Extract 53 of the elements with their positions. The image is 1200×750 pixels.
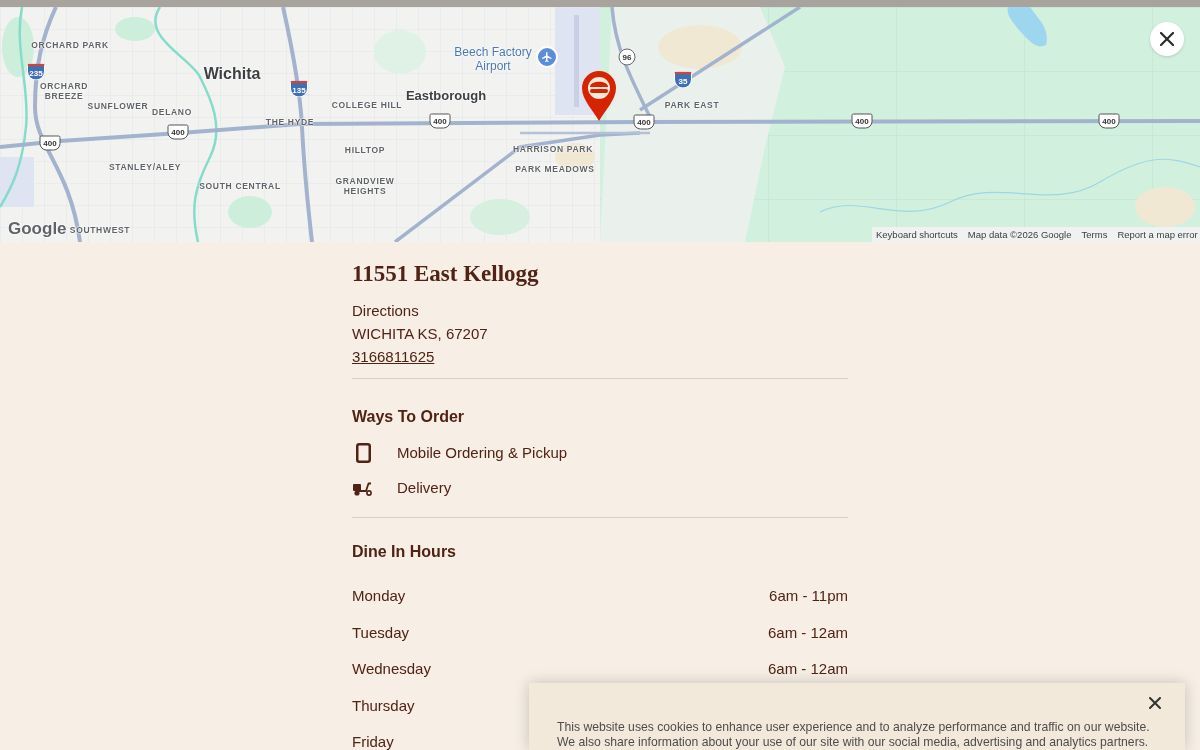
map-data-text: Map data ©2026 Google bbox=[967, 229, 1072, 240]
highway-shield: 400 bbox=[851, 113, 873, 129]
map-label: SUNFLOWER bbox=[87, 101, 149, 111]
highway-shield: 400 bbox=[633, 114, 655, 130]
map-label: Beech Factory Airport bbox=[453, 45, 533, 73]
map-label: COLLEGE HILL bbox=[331, 100, 403, 110]
day-label: Friday bbox=[352, 734, 394, 750]
map-label: Wichita bbox=[203, 64, 261, 84]
map-label: PARK MEADOWS bbox=[515, 164, 595, 174]
directions-link[interactable]: Directions bbox=[352, 299, 419, 322]
highway-shield: 400 bbox=[1098, 113, 1120, 129]
day-label: Thursday bbox=[352, 697, 415, 714]
cookie-message: This website uses cookies to enhance user experience and to analyze performance and traffic on our website. We also share information about your use of our site with our social media, advertising and analytics partners. bbox=[557, 720, 1151, 750]
map-label: DELANO bbox=[152, 107, 192, 117]
order-option: Delivery bbox=[397, 476, 452, 500]
map-label: ORCHARD PARK bbox=[31, 40, 109, 50]
map-label: SOUTH CENTRAL bbox=[199, 181, 281, 191]
google-logo: Google bbox=[8, 219, 67, 239]
highway-shield: 135 bbox=[290, 80, 308, 98]
order-option: Mobile Ordering & Pickup bbox=[397, 441, 568, 465]
close-icon bbox=[1160, 32, 1174, 46]
hours-text: 6am - 12am bbox=[767, 624, 848, 641]
scooter-icon bbox=[353, 480, 373, 496]
section-heading: Dine In Hours bbox=[352, 542, 457, 562]
hours-text: 6am - 11pm bbox=[769, 588, 848, 604]
close-icon bbox=[1149, 697, 1161, 709]
store-title: 11551 East Kellogg bbox=[352, 260, 540, 288]
map-label: STANLEY/ALEY bbox=[108, 162, 182, 172]
highway-shield: 235 bbox=[27, 63, 45, 81]
phone-link[interactable]: 3166811625 bbox=[352, 345, 435, 368]
highway-shield: 400 bbox=[167, 124, 189, 140]
highway-shield: 35 bbox=[674, 71, 692, 89]
map-link[interactable]: Terms bbox=[1081, 229, 1108, 240]
smartphone-icon bbox=[356, 443, 371, 463]
map-label: GRANDVIEW HEIGHTS bbox=[334, 176, 396, 196]
map-label: ORCHARD BREEZE bbox=[38, 81, 90, 101]
map-pin-icon bbox=[581, 70, 617, 122]
map-label: SOUTHWEST bbox=[69, 225, 131, 235]
map-label: HARRISON PARK bbox=[513, 144, 593, 154]
hours-text: 6am - 12am bbox=[767, 661, 848, 677]
day-label: Wednesday bbox=[352, 661, 431, 677]
section-heading: Ways To Order bbox=[352, 407, 466, 427]
keyboard-shortcuts-link[interactable]: Keyboard shortcuts bbox=[876, 229, 958, 240]
day-label: Tuesday bbox=[352, 624, 409, 641]
close-button[interactable] bbox=[1146, 694, 1164, 712]
store-address: WICHITA KS, 67207 bbox=[352, 324, 489, 344]
map-label: PARK EAST bbox=[664, 100, 720, 110]
map-label: Eastborough bbox=[405, 87, 487, 106]
day-label: Monday bbox=[352, 588, 406, 604]
map-label: HILLTOP bbox=[344, 145, 386, 155]
highway-shield: 400 bbox=[429, 113, 451, 129]
map-link[interactable]: Report a map error bbox=[1117, 229, 1198, 240]
highway-shield: 400 bbox=[39, 135, 61, 151]
